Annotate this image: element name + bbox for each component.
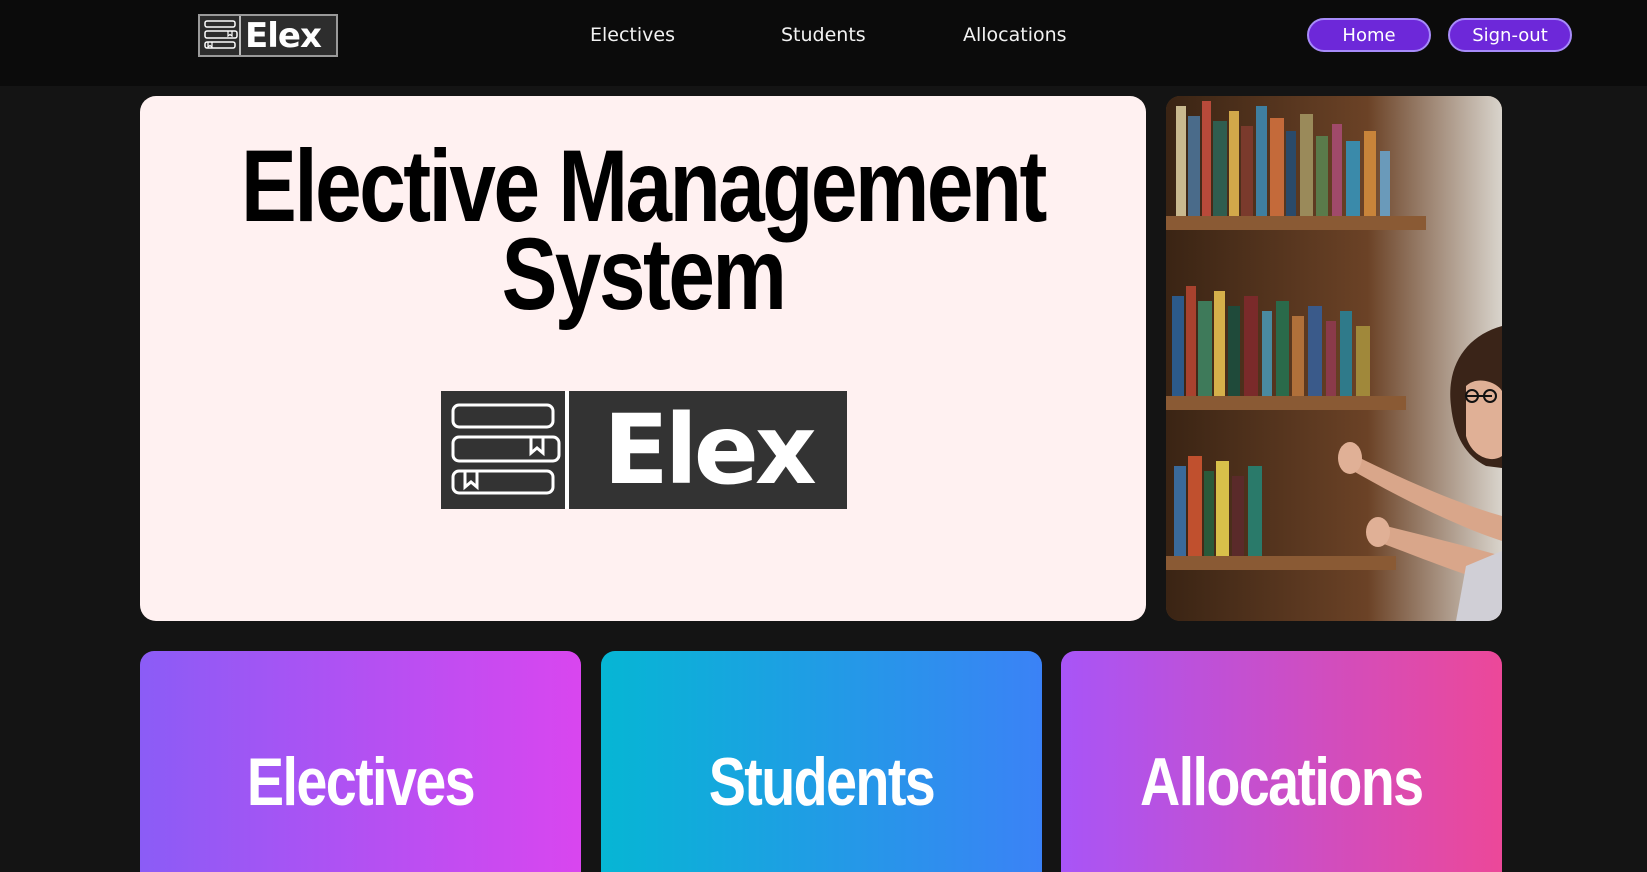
books-logo-icon — [441, 391, 569, 509]
nav-electives[interactable]: Electives — [590, 24, 675, 46]
top-navbar: Elex Electives Students Allocations Home… — [0, 0, 1647, 86]
hero-logo: Elex — [441, 391, 847, 509]
card-allocations[interactable]: Allocations — [1061, 651, 1502, 872]
card-allocations-label: Allocations — [1140, 744, 1424, 820]
page-title: Elective Management System — [231, 135, 1056, 331]
card-electives[interactable]: Electives — [140, 651, 581, 872]
card-electives-label: Electives — [246, 744, 476, 820]
hero-logo-wordmark: Elex — [603, 394, 817, 506]
card-students[interactable]: Students — [601, 651, 1042, 872]
books-logo-icon — [200, 16, 241, 55]
title-line-2: System — [501, 217, 787, 331]
card-students-label: Students — [708, 744, 936, 820]
brand-wordmark: Elex — [245, 15, 322, 56]
library-photo — [1166, 96, 1502, 621]
brand-logo[interactable]: Elex — [198, 14, 338, 57]
signout-button[interactable]: Sign-out — [1448, 18, 1572, 52]
nav-students[interactable]: Students — [781, 24, 866, 46]
hero-panel: Elective Management System Elex — [140, 96, 1146, 621]
home-button[interactable]: Home — [1307, 18, 1431, 52]
nav-allocations[interactable]: Allocations — [963, 24, 1067, 46]
